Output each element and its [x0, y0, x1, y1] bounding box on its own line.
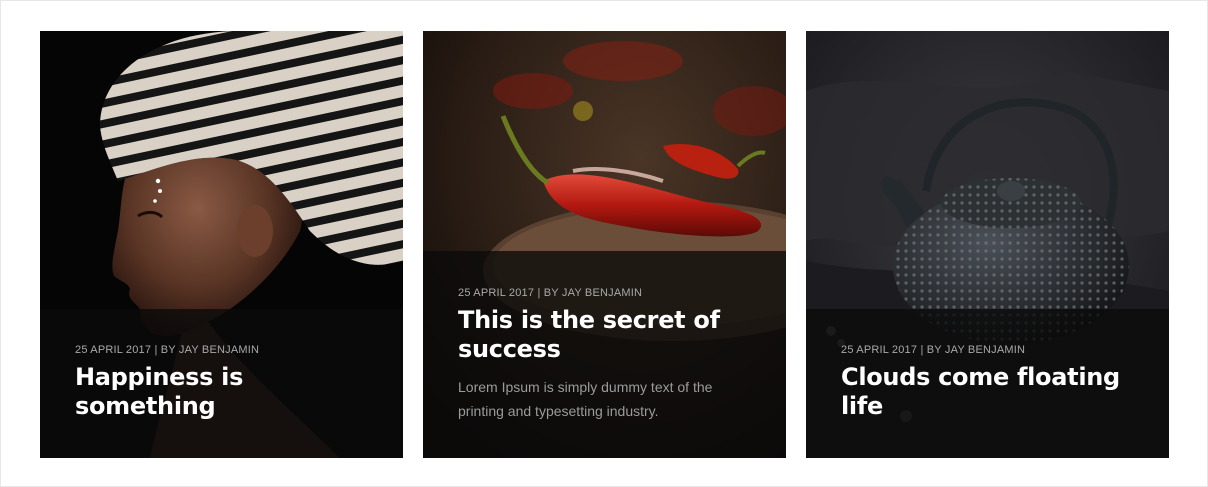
post-title[interactable]: This is the secret of success [458, 306, 758, 364]
post-card-3[interactable]: 25 APRIL 2017 | BY JAY BENJAMIN Clouds c… [806, 31, 1169, 458]
card-caption-panel: 25 APRIL 2017 | BY JAY BENJAMIN This is … [423, 251, 786, 458]
post-meta: 25 APRIL 2017 | BY JAY BENJAMIN [841, 344, 1026, 356]
post-meta: 25 APRIL 2017 | BY JAY BENJAMIN [75, 344, 260, 356]
post-card-2[interactable]: 25 APRIL 2017 | BY JAY BENJAMIN This is … [423, 31, 786, 458]
card-caption-panel: 25 APRIL 2017 | BY JAY BENJAMIN Clouds c… [806, 309, 1169, 458]
card-caption-panel: 25 APRIL 2017 | BY JAY BENJAMIN Happines… [40, 309, 403, 458]
post-meta: 25 APRIL 2017 | BY JAY BENJAMIN [458, 287, 643, 299]
post-excerpt: Lorem Ipsum is simply dummy text of the … [458, 379, 713, 419]
post-card-1[interactable]: 25 APRIL 2017 | BY JAY BENJAMIN Happines… [40, 31, 403, 458]
post-title[interactable]: Happiness is something [75, 363, 375, 421]
post-title[interactable]: Clouds come floating life [841, 363, 1141, 421]
